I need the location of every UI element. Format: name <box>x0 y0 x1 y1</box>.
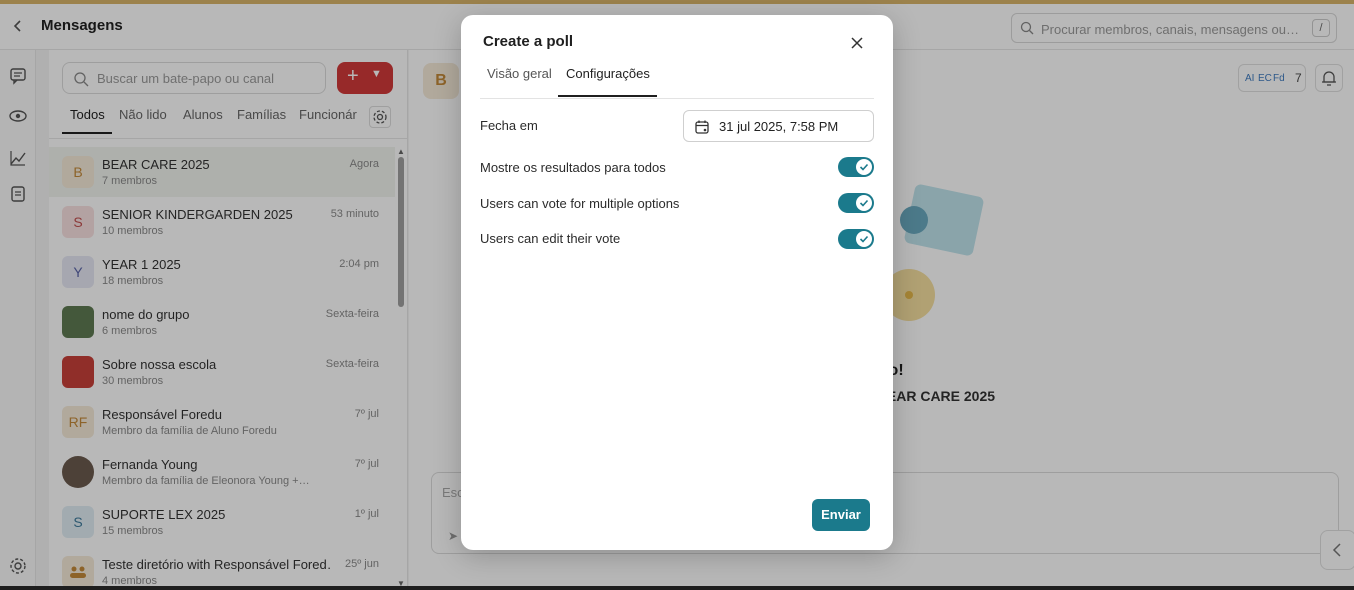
close-icon[interactable] <box>849 35 865 51</box>
dialog-title: Create a poll <box>483 33 574 50</box>
tab-settings[interactable]: Configurações <box>566 66 650 81</box>
closes-at-date-picker[interactable]: 31 jul 2025, 7:58 PM <box>683 110 874 142</box>
closes-at-value: 31 jul 2025, 7:58 PM <box>719 119 839 134</box>
edit-vote-toggle[interactable] <box>838 229 874 249</box>
calendar-icon <box>694 119 710 140</box>
show-results-label: Mostre os resultados para todos <box>480 160 666 175</box>
closes-at-label: Fecha em <box>480 118 538 133</box>
check-icon <box>859 199 869 207</box>
multiple-options-toggle[interactable] <box>838 193 874 213</box>
edit-vote-label: Users can edit their vote <box>480 231 621 246</box>
check-icon <box>859 163 869 171</box>
multiple-options-label: Users can vote for multiple options <box>480 196 680 211</box>
submit-button[interactable]: Enviar <box>812 499 870 531</box>
create-poll-dialog: Create a poll Visão geral Configurações … <box>461 15 893 550</box>
tab-overview[interactable]: Visão geral <box>487 66 552 81</box>
check-icon <box>859 235 869 243</box>
active-tab-indicator <box>558 95 657 97</box>
show-results-toggle[interactable] <box>838 157 874 177</box>
divider <box>480 98 874 99</box>
